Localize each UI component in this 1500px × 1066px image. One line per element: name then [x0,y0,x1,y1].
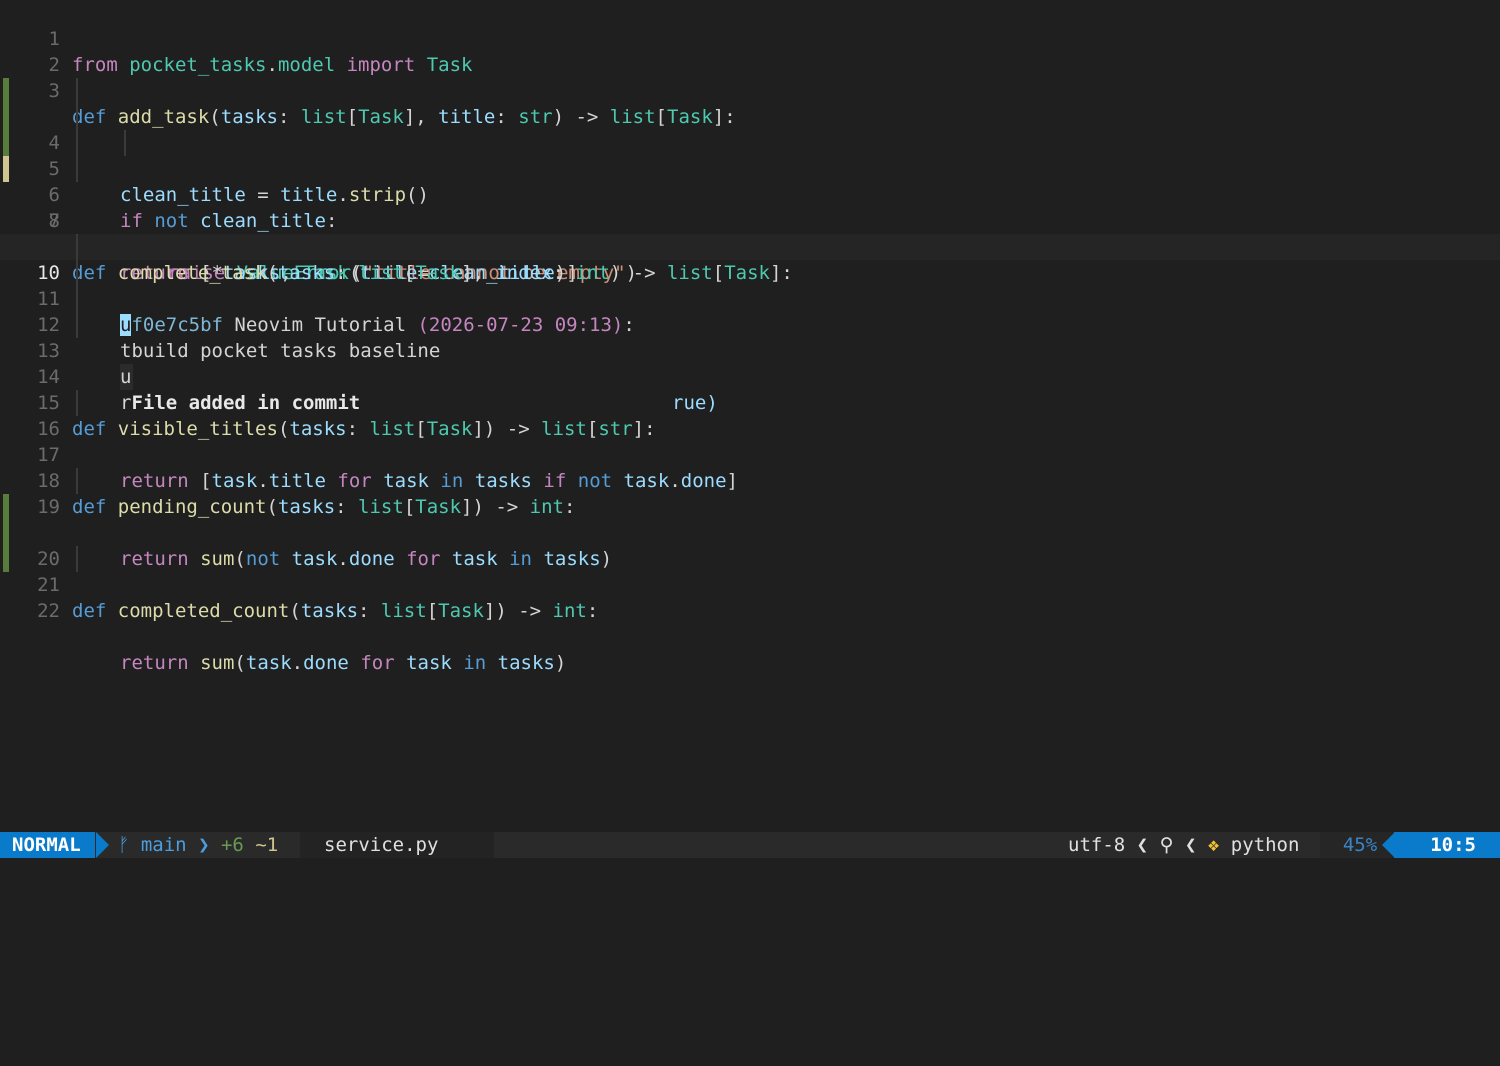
indent-guide [76,468,78,494]
code-line-11[interactable]: 11 tbuild pocket tasks baseline [0,260,1500,362]
git-added-sign [3,546,9,572]
git-added-sign [3,494,9,520]
indent-guide [76,286,78,312]
code-line-21[interactable]: 21 def completed_count(tasks: list[Task]… [0,520,1500,622]
code-line-16[interactable]: 16 return [task.title for task in tasks … [0,390,1500,492]
line-number: 22 [37,600,60,622]
code-line-14[interactable]: 14 [0,338,1500,388]
chevron-left-icon: ❮ [1136,834,1149,856]
indent-guide [76,312,78,338]
code-line-10-current[interactable]: 10 uf0e7c5bf Neovim Tutorial (2026-07-23… [0,234,1500,336]
code-line-13[interactable]: 13 rFile added in commit [0,312,1500,414]
branch-name: main [140,834,187,856]
code-line-5[interactable]: 5 if not clean_title: [0,104,1500,232]
editor-buffer[interactable]: 1 from pocket_tasks.model import Task 2 … [0,0,1500,674]
code-line-18[interactable]: 18 def pending_count(tasks: list[Task]) … [0,442,1500,518]
statusline: NORMAL ᚠ main ❯ +6 ~1 service.py utf-8 ❮… [0,832,1500,858]
code-line-8[interactable]: 8 [0,182,1500,232]
code-line-3[interactable]: 3 def add_task(tasks: list[Task], title:… [0,52,1500,128]
indent-guide [76,390,78,416]
indent-guide [76,260,78,286]
indent-guide [76,78,78,104]
git-changed-sign [3,156,9,182]
code-line-15[interactable]: 15 def visible_titles(tasks: list[Task])… [0,364,1500,440]
indent-guide [76,156,78,182]
git-added-sign [3,104,9,130]
indent-guide [124,130,126,156]
file-type: python [1230,834,1300,856]
git-added-sign [3,520,9,546]
indent-guide [76,234,78,260]
indent-guide [76,104,78,130]
code-line-22[interactable]: 22 return sum(task.done for task in task… [0,546,1500,674]
linux-tux-icon: ⚲ [1159,834,1174,856]
mode-indicator: NORMAL [0,832,95,858]
code-line-2[interactable]: 2 [0,26,1500,76]
code-line-1[interactable]: 1 from pocket_tasks.model import Task [0,0,1500,76]
code-line-9[interactable]: 9 def complete_task(tasks: list[Task], i… [0,208,1500,284]
code-line-4[interactable]: 4 clean_title = title.strip() [0,78,1500,206]
code-text: def completed_count(tasks: list[Task]) -… [72,600,599,622]
code-line-12[interactable]: 12 u rue) [0,286,1500,414]
indent-guide [76,130,78,156]
code-line-17[interactable]: 17 [0,416,1500,466]
git-added-sign [3,130,9,156]
file-info: utf-8 ❮ ⚲ ❮ ❖ python [1068,832,1299,858]
git-changed-count: ~1 [255,834,279,856]
mode-separator [96,832,109,858]
indent-guide [76,546,78,572]
cursor-position: 10:5 [1394,832,1500,858]
chevron-left-icon: ❮ [1184,834,1197,856]
code-line-7[interactable]: 7 return [*tasks, Task(title=clean_title… [0,156,1500,284]
file-encoding: utf-8 [1068,834,1126,856]
python-icon: ❖ [1207,834,1220,856]
code-line-6[interactable]: 6 raise ValueError("title cannot be empt… [0,130,1500,284]
code-text: return sum(task.done for task in tasks) [120,652,567,674]
chevron-right-icon: ❯ [198,834,210,856]
code-line-20[interactable]: 20 [0,494,1500,570]
git-branch-icon: ᚠ [118,834,130,856]
code-line-19[interactable]: 19 return sum(not task.done for task in … [0,468,1500,570]
git-added-sign [3,78,9,104]
git-added-count: +6 [220,834,244,856]
command-line[interactable] [0,858,1500,885]
filename: service.py [300,832,494,858]
git-branch: ᚠ main ❯ +6 ~1 [118,832,278,858]
